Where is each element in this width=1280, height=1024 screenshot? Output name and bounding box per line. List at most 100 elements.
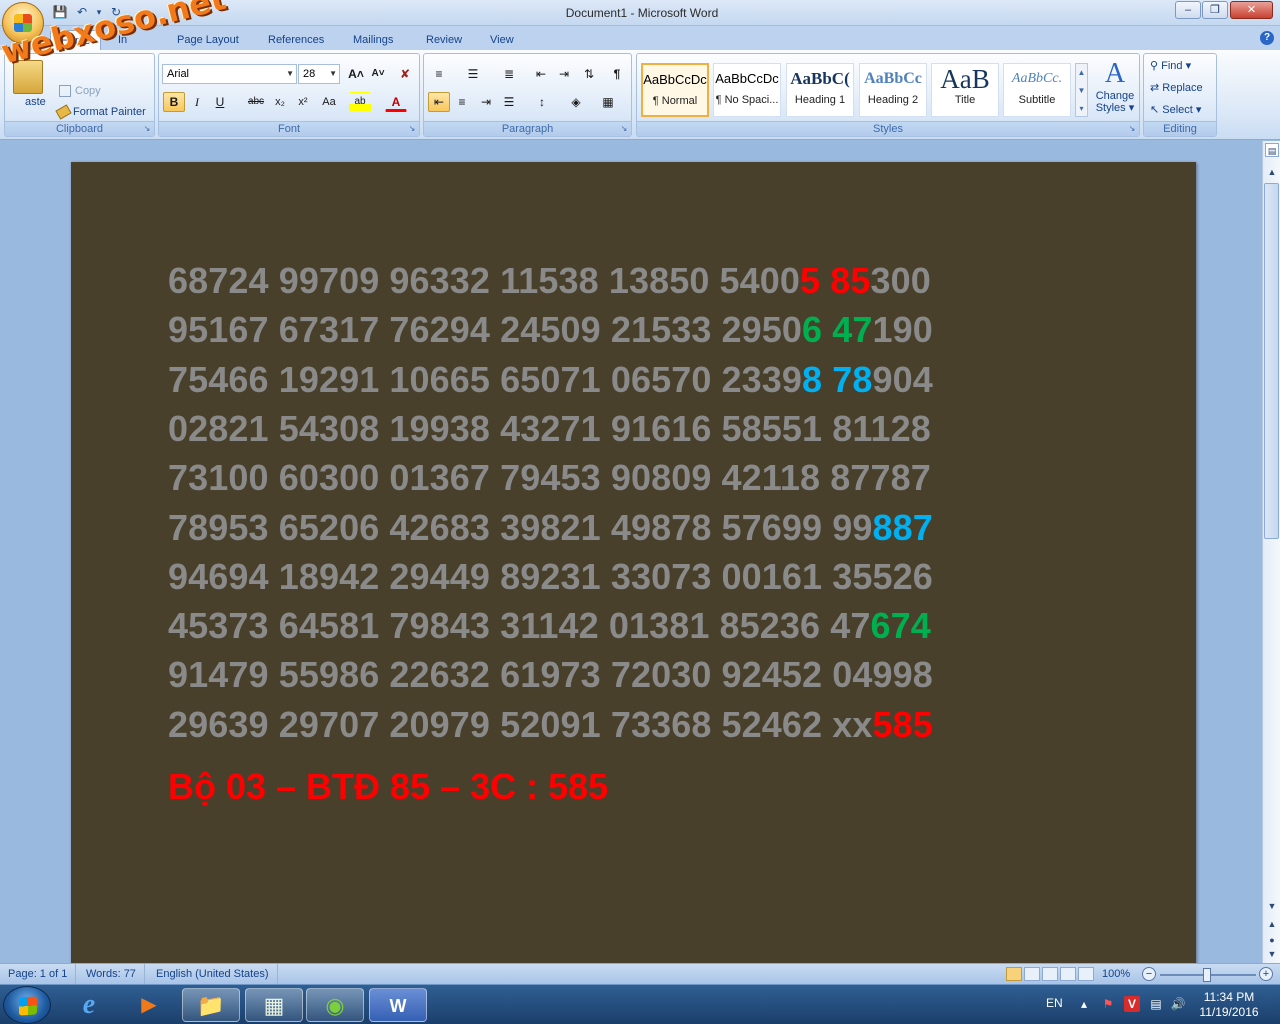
app-window-icon[interactable]: ▦ [245, 988, 303, 1022]
document-page[interactable]: 68724 99709 96332 11538 13850 54005 8530… [71, 162, 1196, 963]
next-page-icon[interactable]: ▼ [1265, 947, 1279, 961]
start-button[interactable] [3, 986, 51, 1024]
paragraph-launcher-icon[interactable]: ↘ [619, 124, 629, 134]
taskbar: e ▶ 📁 ▦ ◉ W EN ▴ ⚑ V ▤ 🔊 11:34 PM 11/19/… [0, 984, 1280, 1024]
web-layout-view-icon[interactable] [1042, 967, 1058, 981]
full-screen-reading-view-icon[interactable] [1024, 967, 1040, 981]
number-text: 904 [872, 358, 933, 400]
superscript-button[interactable]: x² [292, 92, 314, 112]
copy-button[interactable]: Copy [59, 81, 101, 101]
style-heading-1[interactable]: AaBbC( Heading 1 [786, 63, 854, 117]
grow-font-button[interactable]: A˄ [345, 64, 367, 84]
outline-view-icon[interactable] [1060, 967, 1076, 981]
styles-scroll-icon[interactable]: ▲ ▼ ▾ [1075, 63, 1088, 117]
show-formatting-button[interactable]: ¶ [606, 64, 628, 84]
zoom-slider-thumb[interactable] [1203, 968, 1211, 982]
word-taskbar-icon[interactable]: W [369, 988, 427, 1022]
action-center-icon[interactable]: ⚑ [1100, 996, 1116, 1012]
language-status[interactable]: English (United States) [148, 964, 278, 985]
draft-view-icon[interactable] [1078, 967, 1094, 981]
style-normal[interactable]: AaBbCcDc ¶ Normal [641, 63, 709, 117]
scroll-up-icon[interactable]: ▲ [1265, 165, 1279, 179]
cococ-browser-icon[interactable]: ◉ [306, 988, 364, 1022]
network-icon[interactable]: ▤ [1148, 996, 1164, 1012]
styles-launcher-icon[interactable]: ↘ [1127, 124, 1137, 134]
tab-page-layout[interactable]: Page Layout [167, 30, 249, 50]
ribbon-tabs: Home In Page Layout References Mailings … [0, 26, 1280, 50]
decrease-indent-icon[interactable]: ⇤ [530, 64, 552, 84]
internet-explorer-icon[interactable]: e [60, 988, 118, 1022]
clock[interactable]: 11:34 PM 11/19/2016 [1190, 990, 1268, 1020]
style-heading-2[interactable]: AaBbCc Heading 2 [859, 63, 927, 117]
shading-icon[interactable]: ◈ [562, 92, 590, 112]
sort-icon[interactable]: ⇅ [578, 64, 600, 84]
show-hidden-icons-icon[interactable]: ▴ [1076, 996, 1092, 1012]
unikey-icon[interactable]: V [1124, 996, 1140, 1012]
vertical-scrollbar[interactable]: ▤ ▲ ▼ ▲ ● ▼ [1262, 141, 1280, 963]
zoom-level[interactable]: 100% [1102, 964, 1130, 985]
increase-indent-icon[interactable]: ⇥ [553, 64, 575, 84]
print-layout-view-icon[interactable] [1006, 967, 1022, 981]
font-launcher-icon[interactable]: ↘ [407, 124, 417, 134]
zoom-out-button[interactable]: − [1142, 967, 1156, 981]
scrollbar-thumb[interactable] [1264, 183, 1279, 539]
maximize-button[interactable]: ❐ [1202, 1, 1228, 19]
close-button[interactable]: ✕ [1230, 1, 1273, 19]
media-player-icon[interactable]: ▶ [120, 988, 178, 1022]
format-painter-icon [55, 104, 72, 120]
help-icon[interactable]: ? [1260, 31, 1274, 45]
tab-review[interactable]: Review [416, 30, 472, 50]
line-spacing-icon[interactable]: ↕ [528, 92, 556, 112]
scroll-down-icon[interactable]: ▼ [1265, 899, 1279, 913]
bold-button[interactable]: B [163, 92, 185, 112]
replace-button[interactable]: ⇄ Replace [1150, 78, 1203, 98]
numbering-icon[interactable]: ☰ [462, 64, 484, 84]
tab-references[interactable]: References [258, 30, 334, 50]
page-count[interactable]: Page: 1 of 1 [0, 964, 77, 985]
minimize-button[interactable]: – [1175, 1, 1201, 19]
clipboard-launcher-icon[interactable]: ↘ [142, 124, 152, 134]
subscript-button[interactable]: x₂ [269, 92, 291, 112]
bullets-icon[interactable]: ≡ [428, 64, 450, 84]
style-no-spacing[interactable]: AaBbCcDc ¶ No Spaci... [713, 63, 781, 117]
borders-icon[interactable]: ▦ [594, 92, 622, 112]
highlight-button[interactable]: ab [349, 92, 371, 112]
change-styles-button[interactable]: A Change Styles ▾ [1093, 58, 1137, 120]
volume-icon[interactable]: 🔊 [1170, 996, 1186, 1012]
tab-view[interactable]: View [480, 30, 524, 50]
align-right-icon[interactable]: ⇥ [475, 92, 497, 112]
shrink-font-button[interactable]: A˅ [367, 64, 389, 84]
ruler-toggle-icon[interactable]: ▤ [1265, 143, 1279, 157]
word-count[interactable]: Words: 77 [78, 964, 145, 985]
style-subtitle[interactable]: AaBbCc. Subtitle [1003, 63, 1071, 117]
clock-time: 11:34 PM [1203, 990, 1255, 1004]
paste-button[interactable]: aste [25, 92, 46, 112]
font-name-value: Arial [167, 68, 190, 80]
select-browse-object-icon[interactable]: ● [1265, 933, 1279, 947]
multilevel-list-icon[interactable]: ≣ [498, 64, 520, 84]
font-size-value: 28 [303, 68, 316, 80]
previous-page-icon[interactable]: ▲ [1265, 917, 1279, 931]
font-name-combo[interactable]: Arial ▼ [162, 64, 297, 84]
format-painter-button[interactable]: Format Painter [55, 102, 146, 122]
zoom-in-button[interactable]: + [1259, 967, 1273, 981]
find-button[interactable]: ⚲ Find ▾ [1150, 56, 1191, 76]
underline-button[interactable]: U [209, 92, 231, 112]
align-center-icon[interactable]: ≡ [451, 92, 473, 112]
font-color-button[interactable]: A [385, 92, 407, 112]
align-left-icon[interactable]: ⇤ [428, 92, 450, 112]
language-indicator[interactable]: EN [1046, 996, 1063, 1010]
italic-button[interactable]: I [186, 92, 208, 112]
explorer-folder-icon[interactable]: 📁 [182, 988, 240, 1022]
font-size-combo[interactable]: 28 ▼ [298, 64, 340, 84]
tab-mailings[interactable]: Mailings [343, 30, 403, 50]
number-line: 91479 55986 22632 61973 72030 92452 0499… [168, 652, 933, 698]
replace-label: Replace [1162, 82, 1203, 94]
strikethrough-button[interactable]: abc [245, 92, 267, 112]
number-text: 02821 54308 19938 43271 91616 58551 8112… [168, 407, 931, 449]
select-button[interactable]: ↖ Select ▾ [1150, 100, 1201, 120]
clear-formatting-button[interactable]: ✘ [394, 64, 416, 84]
style-title[interactable]: AaB Title [931, 63, 999, 117]
change-case-button[interactable]: Aa [315, 92, 343, 112]
justify-icon[interactable]: ☰ [498, 92, 520, 112]
